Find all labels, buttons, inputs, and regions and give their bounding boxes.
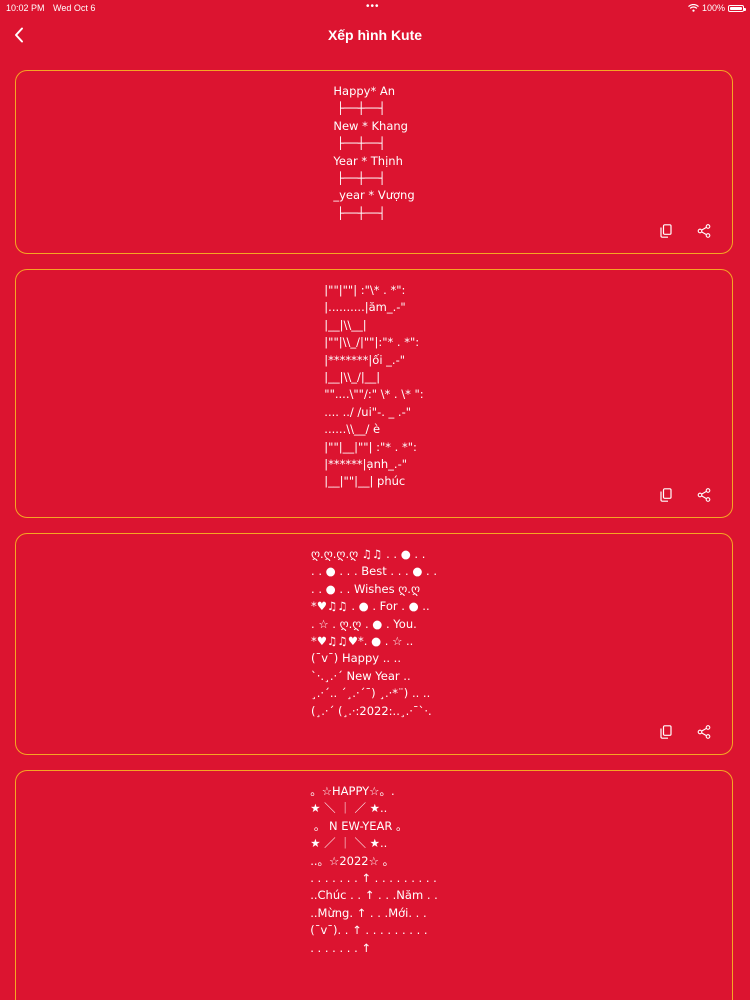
status-date: Wed Oct 6 — [53, 3, 96, 13]
card-list[interactable]: Happy* An ├──┼──┤ New * Khang ├──┼──┤ Ye… — [15, 70, 735, 1000]
share-icon — [697, 725, 711, 739]
text-art-card: ღ.ღ.ღ.ღ ♫♫ . . ● . . . . ● . . . Best . … — [15, 533, 733, 755]
card-text: |""|""| :"\* . *": |..........|ăm_.-" |_… — [324, 283, 424, 489]
copy-button[interactable] — [658, 724, 674, 740]
copy-icon — [660, 488, 672, 502]
share-button[interactable] — [696, 487, 712, 503]
nav-bar: Xếp hình Kute — [0, 16, 750, 56]
battery-icon — [728, 4, 746, 12]
share-icon — [697, 488, 711, 502]
wifi-icon — [688, 4, 699, 12]
card-text: Happy* An ├──┼──┤ New * Khang ├──┼──┤ Ye… — [333, 84, 415, 220]
status-time: 10:02 PM — [6, 3, 45, 13]
copy-icon — [660, 725, 672, 739]
copy-button[interactable] — [658, 223, 674, 239]
battery-percent: 100% — [701, 3, 725, 13]
card-text: ღ.ღ.ღ.ღ ♫♫ . . ● . . . . ● . . . Best . … — [311, 547, 437, 718]
share-button[interactable] — [696, 223, 712, 239]
status-right: 100% — [688, 3, 746, 13]
text-art-card: 。☆HAPPY☆。. ★ ＼ ｜ ／ ★.. 。 N EW-YEAR 。 ★ ／… — [15, 770, 733, 1000]
text-art-card: |""|""| :"\* . *": |..........|ăm_.-" |_… — [15, 269, 733, 518]
status-left: 10:02 PM Wed Oct 6 — [6, 3, 101, 13]
share-icon — [697, 224, 711, 238]
card-text: 。☆HAPPY☆。. ★ ＼ ｜ ／ ★.. 。 N EW-YEAR 。 ★ ／… — [310, 784, 438, 955]
copy-icon — [660, 224, 672, 238]
page-title: Xếp hình Kute — [327, 27, 423, 43]
status-bar: 10:02 PM Wed Oct 6 ••• 100% — [0, 0, 750, 16]
multitasking-dots-icon[interactable]: ••• — [366, 1, 380, 12]
copy-button[interactable] — [658, 487, 674, 503]
share-button[interactable] — [696, 724, 712, 740]
text-art-card: Happy* An ├──┼──┤ New * Khang ├──┼──┤ Ye… — [15, 70, 733, 254]
